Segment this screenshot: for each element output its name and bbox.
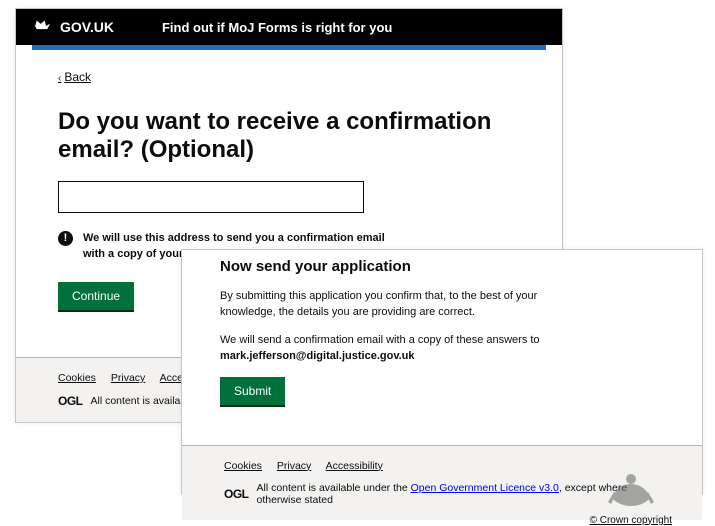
crown-icon xyxy=(32,17,52,37)
footer-privacy[interactable]: Privacy xyxy=(111,372,145,384)
footer-privacy[interactable]: Privacy xyxy=(277,460,311,472)
page-heading: Do you want to receive a confirmation em… xyxy=(58,108,520,163)
royal-arms-icon xyxy=(606,468,656,510)
ogl-link[interactable]: Open Government Licence v3.0 xyxy=(411,482,559,494)
confirmation-email: mark.jefferson@digital.justice.gov.uk xyxy=(220,350,415,362)
footer: Cookies Privacy Accessibility OGL All co… xyxy=(182,445,702,520)
footer-cookies[interactable]: Cookies xyxy=(224,460,262,472)
crown-copyright-link[interactable]: © Crown copyright xyxy=(590,515,672,526)
send-heading: Now send your application xyxy=(220,258,664,275)
header-bar: GOV.UK Find out if MoJ Forms is right fo… xyxy=(16,9,562,45)
chevron-left-icon: ‹ xyxy=(58,73,61,84)
ogl-icon: OGL xyxy=(224,487,249,501)
page-send-application: Now send your application By submitting … xyxy=(181,249,703,495)
email-input[interactable] xyxy=(58,181,364,213)
footer-accessibility[interactable]: Accessibility xyxy=(326,460,383,472)
submit-button[interactable]: Submit xyxy=(220,377,285,405)
info-icon: ! xyxy=(58,231,73,246)
govuk-logo-text: GOV.UK xyxy=(60,19,114,35)
footer-cookies[interactable]: Cookies xyxy=(58,372,96,384)
back-link[interactable]: ‹Back xyxy=(58,70,91,84)
service-name: Find out if MoJ Forms is right for you xyxy=(162,20,392,35)
royal-crest: © Crown copyright xyxy=(590,468,672,526)
confirmation-text: We will send a confirmation email with a… xyxy=(220,333,580,365)
ogl-icon: OGL xyxy=(58,394,83,408)
declaration-text: By submitting this application you confi… xyxy=(220,289,580,321)
continue-button[interactable]: Continue xyxy=(58,282,134,310)
